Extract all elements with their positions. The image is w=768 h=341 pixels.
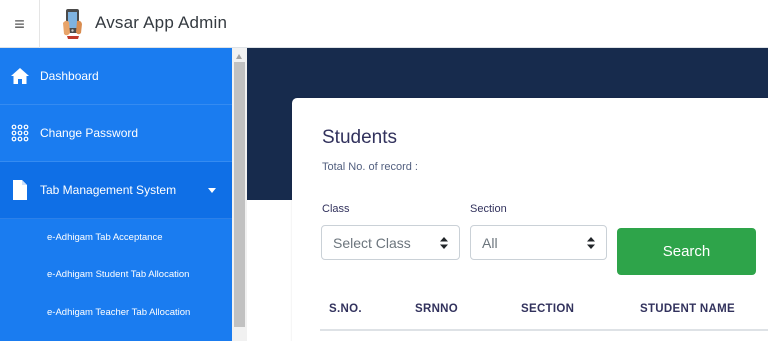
- sidebar-item-label: Tab Management System: [40, 183, 177, 197]
- scroll-up-arrow-icon[interactable]: [236, 54, 242, 59]
- column-header-srnno[interactable]: SRNNO: [415, 303, 458, 315]
- sidebar-item-label: Dashboard: [40, 69, 99, 83]
- grid-dots-icon: [0, 124, 40, 142]
- sidebar-subitem-student-tab-allocation[interactable]: e-Adhigam Student Tab Allocation: [0, 256, 232, 293]
- sidebar-subitem-tab-acceptance[interactable]: e-Adhigam Tab Acceptance: [0, 219, 232, 256]
- chevron-down-icon: [208, 188, 216, 193]
- app-title: Avsar App Admin: [95, 13, 228, 32]
- class-select[interactable]: Select Class: [321, 225, 460, 260]
- sidebar-item-label: Change Password: [40, 126, 139, 140]
- column-header-student-name[interactable]: STUDENT NAME: [640, 303, 735, 315]
- sidebar-item-tab-management[interactable]: Tab Management System: [0, 162, 232, 219]
- file-icon: [0, 179, 40, 201]
- column-header-sno[interactable]: S.NO.: [329, 303, 362, 315]
- select-arrows-icon: [587, 237, 595, 249]
- sidebar-item-change-password[interactable]: Change Password: [0, 105, 232, 162]
- sidebar-item-dashboard[interactable]: Dashboard: [0, 48, 232, 105]
- scroll-thumb[interactable]: [234, 62, 245, 327]
- sidebar-scrollbar[interactable]: [232, 48, 247, 341]
- class-label: Class: [322, 203, 350, 215]
- students-card: Students Total No. of record : Class Sel…: [292, 98, 768, 341]
- record-count: Total No. of record :: [322, 161, 418, 173]
- page-title: Students: [322, 127, 397, 148]
- column-header-section[interactable]: SECTION: [521, 303, 574, 315]
- sidebar: Dashboard Change Password Tab Management…: [0, 48, 232, 341]
- brand[interactable]: Avsar App Admin: [62, 6, 227, 40]
- search-button[interactable]: Search: [617, 228, 756, 275]
- section-label: Section: [470, 203, 507, 215]
- select-arrows-icon: [440, 237, 448, 249]
- sidebar-subitem-teacher-tab-allocation[interactable]: e-Adhigam Teacher Tab Allocation: [0, 294, 232, 331]
- section-select-value: All: [482, 234, 498, 251]
- home-icon: [0, 67, 40, 85]
- top-bar: ≡ Avsar App Admin: [0, 0, 768, 48]
- section-select[interactable]: All: [470, 225, 607, 260]
- table-header: S.NO. SRNNO SECTION STUDENT NAME: [320, 295, 768, 331]
- phone-logo-icon: [63, 9, 82, 39]
- class-select-value: Select Class: [333, 234, 411, 251]
- hamburger-icon[interactable]: ≡: [0, 0, 40, 48]
